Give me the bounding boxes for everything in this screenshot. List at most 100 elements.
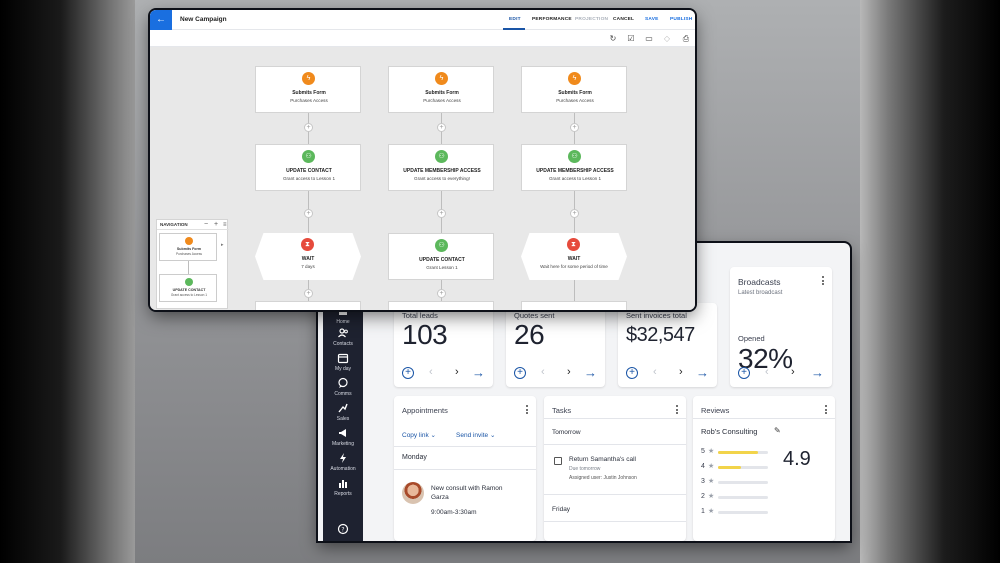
add-icon[interactable]: + [738, 367, 750, 379]
trigger-node[interactable]: ϟ Submits Form Purchases Access [521, 66, 627, 113]
refresh-icon[interactable]: ↻ [608, 34, 618, 44]
star-icon: ★ [708, 508, 715, 515]
kebab-menu-icon[interactable] [526, 405, 529, 416]
add-icon[interactable]: + [402, 367, 414, 379]
zoom-in-button[interactable]: + [214, 221, 218, 229]
node-title: Submits Form [425, 90, 459, 96]
mini-node-title: UPDATE CONTACT [172, 288, 206, 292]
chevron-left-icon[interactable]: ‹ [653, 366, 657, 378]
back-button[interactable]: ← [150, 10, 172, 30]
send-invite-label: Send invite [456, 432, 489, 439]
task-checkbox[interactable] [554, 457, 562, 465]
arrow-right-icon[interactable]: → [584, 365, 597, 380]
chevron-right-icon[interactable]: › [791, 366, 795, 378]
sidebar-item-sales[interactable]: Sales [323, 402, 363, 422]
sidebar-item-marketing[interactable]: Marketing [323, 427, 363, 447]
workflow-canvas[interactable]: + + + + + + + + ϟ Submits Form Purchases… [150, 47, 695, 310]
connector [188, 261, 189, 274]
sidebar-item-comms[interactable]: Comms [323, 377, 363, 397]
mini-action-node[interactable]: UPDATE CONTACT Grant access to Lesson 1 [159, 274, 217, 302]
tab-performance[interactable]: PERFORMANCE [532, 17, 572, 22]
node-title: UPDATE MEMBERSHIP ACCESS [536, 168, 614, 174]
checklist-icon[interactable]: ☑ [626, 34, 636, 44]
comment-icon[interactable]: ▭ [644, 34, 654, 44]
node-title: Submits Form [558, 90, 592, 96]
action-node[interactable]: ⚇ UPDATE MEMBERSHIP ACCESS Grant access … [388, 144, 494, 191]
settings-icon[interactable]: ◇ [662, 34, 672, 44]
navigation-panel: NAVIGATION − + ≡ Submits Form Purchases … [156, 219, 229, 309]
action-node[interactable]: ⚇ UPDATE CONTACT Grant access to Lesson … [255, 144, 361, 191]
chevron-left-icon[interactable]: ‹ [541, 366, 545, 378]
chevron-right-icon[interactable]: › [679, 366, 683, 378]
edit-icon[interactable]: ✎ [774, 426, 781, 435]
add-step-button[interactable]: + [304, 123, 313, 132]
chevron-left-icon[interactable]: ‹ [429, 366, 433, 378]
sidebar-item-label: Marketing [332, 441, 354, 447]
trigger-node[interactable]: ϟ Submits Form Purchases Access [255, 66, 361, 113]
appointment-title[interactable]: New consult with Ramon Garza [431, 484, 521, 502]
add-step-button[interactable]: + [304, 209, 313, 218]
chevron-left-icon[interactable]: ‹ [765, 366, 769, 378]
kebab-menu-icon[interactable] [676, 405, 679, 416]
action-node[interactable] [521, 301, 627, 310]
cancel-button[interactable]: CANCEL [613, 17, 634, 22]
sales-icon [338, 403, 348, 413]
lightning-icon: ϟ [302, 72, 315, 85]
chevron-right-icon[interactable]: › [567, 366, 571, 378]
contact-icon: ⚇ [435, 239, 448, 252]
rating-bar-fill [718, 466, 741, 469]
sidebar-item-automation[interactable]: Automation [323, 452, 363, 472]
wait-node[interactable]: ⧗ WAIT Wait here for some period of time [521, 233, 627, 280]
send-invite-button[interactable]: Send invite ⌄ [456, 431, 495, 439]
add-step-button[interactable]: + [570, 209, 579, 218]
chevron-right-icon[interactable]: ▸ [221, 242, 224, 248]
calendar-icon [337, 353, 349, 364]
active-tab-indicator [503, 28, 525, 30]
quotes-sent-card: Quotes sent 26 + ‹ › → [506, 303, 605, 387]
rating-stars-count: 3 [701, 478, 705, 485]
arrow-right-icon[interactable]: → [472, 365, 485, 380]
rating-row: 1 ★ [701, 508, 781, 516]
action-node[interactable]: ⚇ UPDATE CONTACT Grant Lesson 1 [388, 233, 494, 280]
action-node[interactable] [255, 301, 361, 310]
add-step-button[interactable]: + [437, 209, 446, 218]
task-title[interactable]: Return Samantha's call [569, 456, 636, 463]
print-icon[interactable]: ⎙ [681, 34, 691, 44]
action-node[interactable]: ⚇ UPDATE MEMBERSHIP ACCESS Grant access … [521, 144, 627, 191]
zoom-out-button[interactable]: − [204, 221, 208, 229]
chevron-right-icon[interactable]: › [455, 366, 459, 378]
canvas-toolbar: ↻ ☑ ▭ ◇ ⎙ [150, 31, 695, 47]
arrow-right-icon[interactable]: → [811, 365, 824, 380]
add-step-button[interactable]: + [437, 123, 446, 132]
wait-node[interactable]: ⧗ WAIT 7 days [255, 233, 361, 280]
sidebar-item-my-day[interactable]: My day [323, 352, 363, 372]
action-node[interactable] [388, 301, 494, 310]
campaign-title[interactable]: New Campaign [180, 16, 227, 23]
arrow-right-icon[interactable]: → [696, 365, 709, 380]
tab-edit[interactable]: EDIT [509, 17, 521, 22]
node-title: Submits Form [292, 90, 326, 96]
add-icon[interactable]: + [626, 367, 638, 379]
copy-link-button[interactable]: Copy link ⌄ [402, 431, 436, 439]
help-button[interactable]: ? [323, 523, 363, 535]
publish-button[interactable]: PUBLISH [670, 17, 692, 22]
mini-trigger-node[interactable]: Submits Form Purchases Access [159, 233, 217, 261]
mini-node-subtitle: Grant access to Lesson 1 [170, 293, 208, 297]
sidebar-item-contacts[interactable]: Contacts [323, 327, 363, 347]
menu-icon[interactable]: ≡ [223, 221, 227, 229]
add-step-button[interactable]: + [304, 289, 313, 298]
add-step-button[interactable]: + [570, 123, 579, 132]
divider [544, 494, 686, 495]
kebab-menu-icon[interactable] [822, 276, 825, 287]
sidebar-item-reports[interactable]: Reports [323, 477, 363, 497]
add-step-button[interactable]: + [437, 289, 446, 298]
divider [394, 446, 536, 447]
kebab-menu-icon[interactable] [825, 405, 828, 416]
add-icon[interactable]: + [514, 367, 526, 379]
trigger-node[interactable]: ϟ Submits Form Purchases Access [388, 66, 494, 113]
rating-row: 5 ★ [701, 448, 781, 456]
tab-projection[interactable]: PROJECTION [575, 17, 608, 22]
save-button[interactable]: SAVE [645, 17, 659, 22]
avatar [402, 482, 424, 504]
megaphone-icon [339, 429, 346, 437]
